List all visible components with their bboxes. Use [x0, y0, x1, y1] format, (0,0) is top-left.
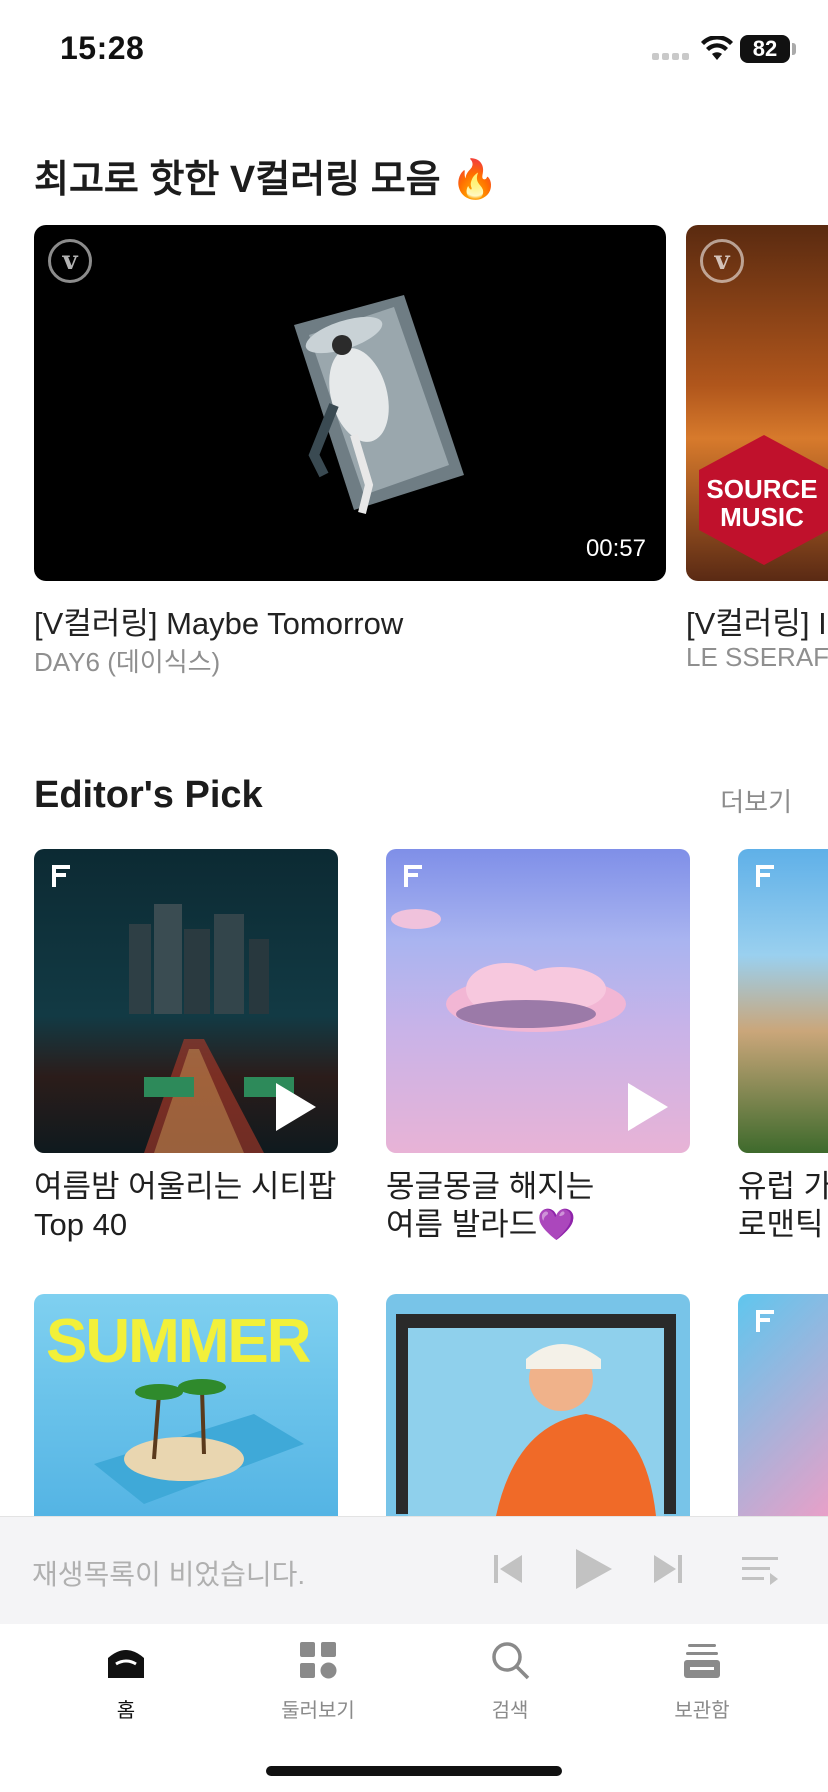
more-link[interactable]: 더보기 [720, 782, 792, 819]
play-icon[interactable] [570, 1547, 614, 1591]
battery-icon: 82 [740, 35, 790, 63]
home-icon [108, 1650, 144, 1678]
home-indicator[interactable] [266, 1766, 562, 1776]
play-icon[interactable] [276, 1083, 316, 1131]
tab-label: 홈 [116, 1700, 136, 1722]
tab-library[interactable]: 보관함 [642, 1640, 762, 1740]
playlist-title-line2[interactable]: 여름 발라드💜 [386, 1206, 576, 1244]
flo-logo-icon [756, 865, 774, 887]
vcoloring-artist[interactable]: LE SSERAF [686, 642, 828, 673]
playlist-title-line2[interactable]: 로맨틱 [738, 1206, 824, 1244]
playlist-card[interactable] [386, 1294, 690, 1516]
vcoloring-logo-icon: v [700, 239, 744, 283]
tab-browse[interactable]: 둘러보기 [258, 1640, 378, 1740]
playlist-title-line1[interactable]: 유럽 가 [738, 1168, 828, 1206]
tab-search[interactable]: 검색 [450, 1640, 570, 1740]
search-icon [492, 1642, 530, 1680]
vcoloring-card[interactable]: v 00:57 [34, 225, 666, 581]
flo-logo-icon [404, 865, 422, 887]
vcoloring-section-title: 최고로 핫한 V컬러링 모음 🔥 [34, 159, 499, 201]
playlist-title-line1[interactable]: 여름밤 어울리는 시티팝 [34, 1168, 336, 1206]
playlist-title-line1[interactable]: 몽글몽글 해지는 [386, 1168, 594, 1206]
playlist-cover [396, 1314, 676, 1516]
vcoloring-title[interactable]: [V컬러링] Maybe Tomorrow [34, 598, 403, 643]
flo-logo-icon [52, 865, 70, 887]
status-bar: 15:28 82 [0, 0, 828, 100]
editors-pick-title: Editor's Pick [34, 774, 263, 816]
cellular-signal-icon [652, 53, 690, 61]
playlist-card[interactable] [386, 849, 690, 1153]
tab-label: 보관함 [674, 1700, 730, 1722]
playlist-card[interactable] [738, 1294, 828, 1516]
play-icon[interactable] [628, 1083, 668, 1131]
video-thumbnail [294, 295, 464, 514]
vcoloring-card[interactable]: v SOURCE MUSIC [686, 225, 828, 581]
vcoloring-artist[interactable]: DAY6 (데이식스) [34, 642, 220, 679]
vcoloring-title[interactable]: [V컬러링] I [686, 598, 827, 643]
flo-logo-icon [756, 1310, 774, 1332]
source-music-text: SOURCE MUSIC [706, 474, 818, 532]
video-duration: 00:57 [585, 535, 646, 562]
tab-label: 둘러보기 [281, 1700, 355, 1722]
previous-icon[interactable] [490, 1551, 526, 1587]
playlist-icon[interactable] [740, 1551, 780, 1587]
tab-label: 검색 [491, 1700, 529, 1722]
mini-player-status: 재생목록이 비었습니다. [32, 1559, 306, 1590]
playlist-card[interactable]: SUMMER [34, 1294, 338, 1516]
playlist-cover [94, 1379, 304, 1504]
battery-cap [792, 43, 796, 55]
grid-icon [300, 1642, 337, 1679]
status-time: 15:28 [60, 30, 145, 66]
tab-home[interactable]: 홈 [66, 1640, 186, 1740]
playlist-card[interactable] [738, 849, 828, 1153]
library-icon [684, 1644, 720, 1678]
wifi-icon [701, 36, 733, 60]
mini-player[interactable]: 재생목록이 비었습니다. [0, 1516, 828, 1624]
playlist-card[interactable] [34, 849, 338, 1153]
next-icon[interactable] [650, 1551, 686, 1587]
vcoloring-logo-icon: v [48, 239, 92, 283]
playlist-title-line2[interactable]: Top 40 [34, 1206, 127, 1244]
